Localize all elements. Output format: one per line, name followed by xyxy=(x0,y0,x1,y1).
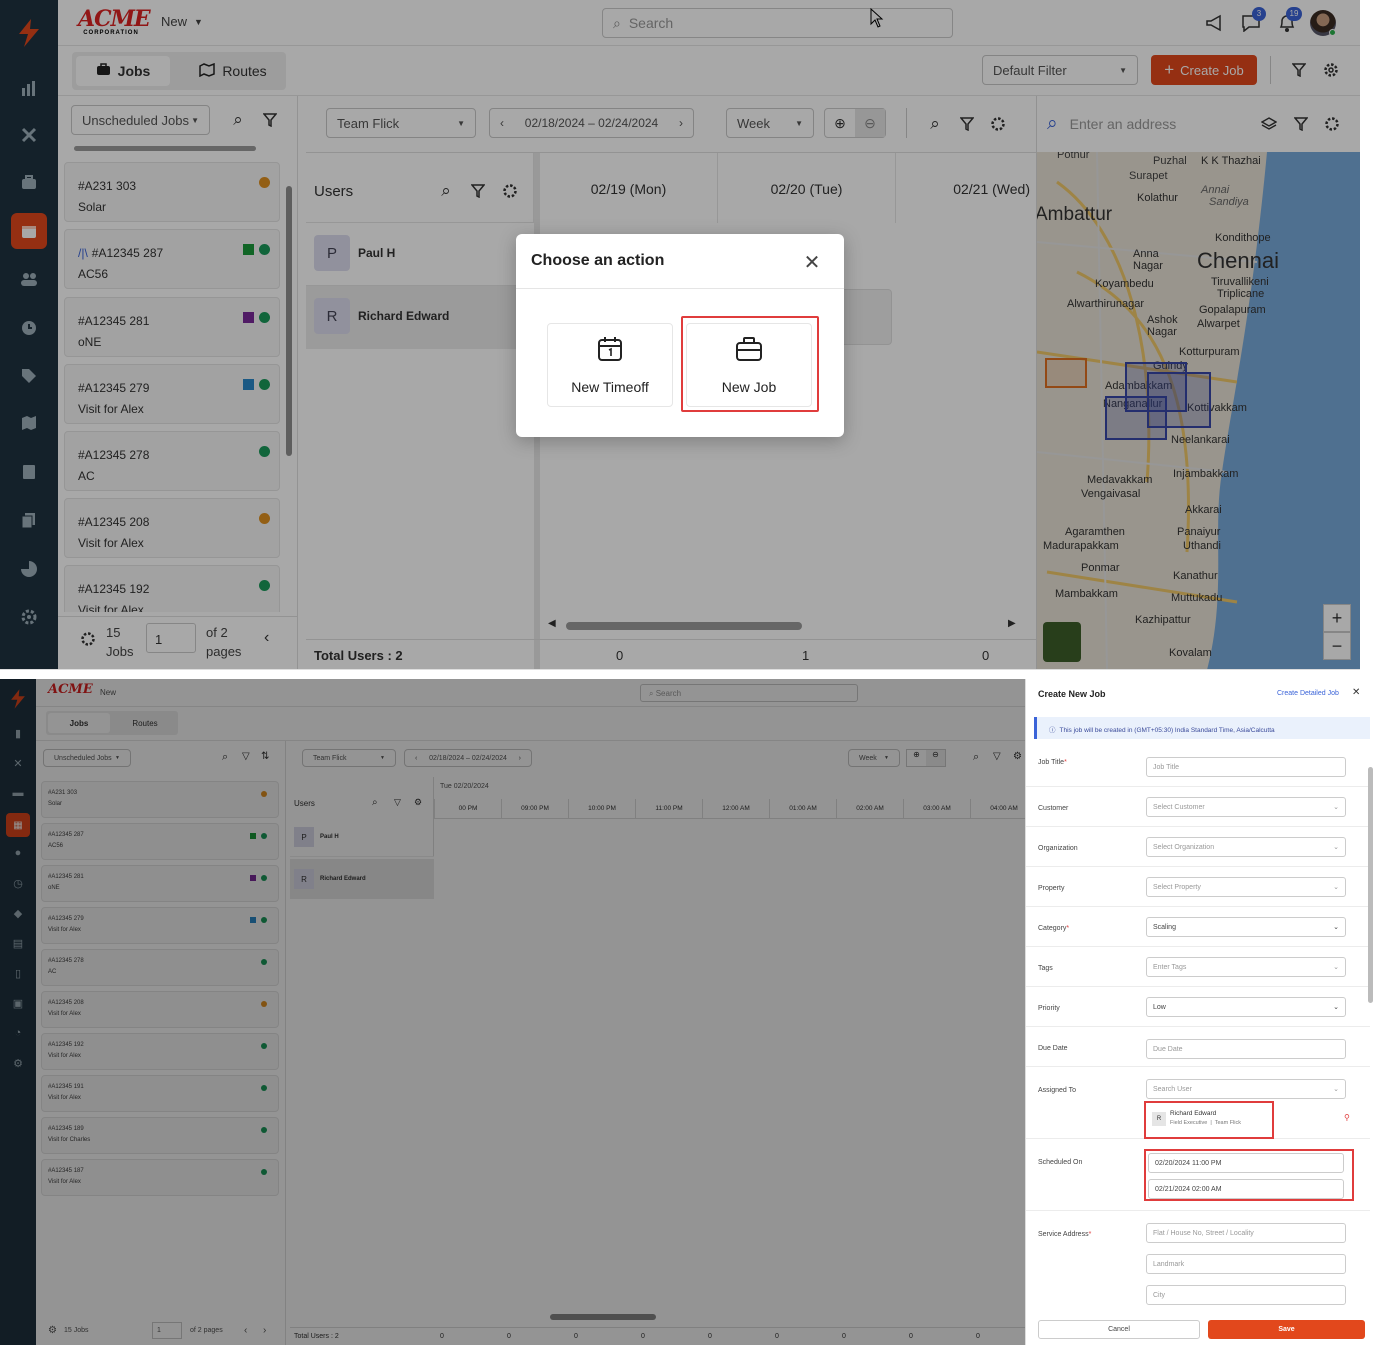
bottom-screenshot: ▮ ✕ ▬ ▦ ● ◷ ◆ ▤ ▯ ▣ ◔ ⚙ ACME New ⌕ Searc… xyxy=(0,679,1379,1345)
chevron-down-icon: ⌄ xyxy=(1333,924,1339,931)
form-scrollbar[interactable] xyxy=(1368,767,1373,1003)
divider xyxy=(516,288,844,289)
timezone-info: ⓘ This job will be created in (GMT+05:30)… xyxy=(1034,717,1370,739)
customer-select[interactable]: Select Customer ⌄ xyxy=(1146,797,1346,817)
property-select[interactable]: Select Property ⌄ xyxy=(1146,877,1346,897)
city-input[interactable]: City xyxy=(1146,1285,1346,1305)
top-screenshot: ACME CORPORATION New ▼ ⌕ Search 3 19 Jobs… xyxy=(0,0,1360,670)
dialog-title: Choose an action xyxy=(531,252,665,269)
briefcase-icon xyxy=(687,336,811,367)
assignee-chip[interactable]: R Richard Edward Field Executive | Team … xyxy=(1148,1105,1268,1135)
close-icon[interactable]: ✕ xyxy=(800,250,824,274)
category-select[interactable]: Scaling ⌄ xyxy=(1146,917,1346,937)
save-button[interactable]: Save xyxy=(1208,1320,1365,1339)
start-datetime-input[interactable]: 02/20/2024 11:00 PM xyxy=(1148,1153,1344,1173)
cancel-button[interactable]: Cancel xyxy=(1038,1320,1200,1339)
address-line-input[interactable]: Flat / House No, Street / Locality xyxy=(1146,1223,1346,1243)
assign-user-select[interactable]: Search User ⌄ xyxy=(1146,1079,1346,1099)
organization-select[interactable]: Select Organization ⌄ xyxy=(1146,837,1346,857)
due-date-input[interactable]: Due Date xyxy=(1146,1039,1346,1059)
chevron-down-icon: ⌄ xyxy=(1333,1086,1339,1093)
calendar-icon xyxy=(548,336,672,367)
new-job-button[interactable]: New Job xyxy=(686,323,812,407)
chevron-down-icon: ⌄ xyxy=(1333,844,1339,851)
choose-action-dialog: Choose an action ✕ New Timeoff New Job xyxy=(516,234,844,437)
chevron-down-icon: ⌄ xyxy=(1333,964,1339,971)
chevron-down-icon: ⌄ xyxy=(1333,884,1339,891)
create-detailed-job-link[interactable]: Create Detailed Job xyxy=(1277,690,1339,697)
create-job-drawer: Create New Job Create Detailed Job ✕ ⓘ Th… xyxy=(1025,679,1379,1345)
chevron-down-icon: ⌄ xyxy=(1333,804,1339,811)
modal-backdrop[interactable] xyxy=(0,679,1025,1345)
avatar: R xyxy=(1152,1112,1166,1126)
form-body: Job Title* Job Title Customer Select Custo… xyxy=(1026,747,1370,1307)
new-timeoff-button[interactable]: New Timeoff xyxy=(547,323,673,407)
drawer-title: Create New Job xyxy=(1038,689,1106,699)
priority-select[interactable]: Low ⌄ xyxy=(1146,997,1346,1017)
landmark-input[interactable]: Landmark xyxy=(1146,1254,1346,1274)
close-icon[interactable]: ✕ xyxy=(1352,687,1360,698)
remove-assignee-icon[interactable]: ⚲ xyxy=(1344,1113,1350,1122)
job-title-input[interactable]: Job Title xyxy=(1146,757,1346,777)
end-datetime-input[interactable]: 02/21/2024 02:00 AM xyxy=(1148,1179,1344,1199)
tags-input[interactable]: Enter Tags ⌄ xyxy=(1146,957,1346,977)
chevron-down-icon: ⌄ xyxy=(1333,1004,1339,1011)
info-icon: ⓘ xyxy=(1049,727,1056,734)
